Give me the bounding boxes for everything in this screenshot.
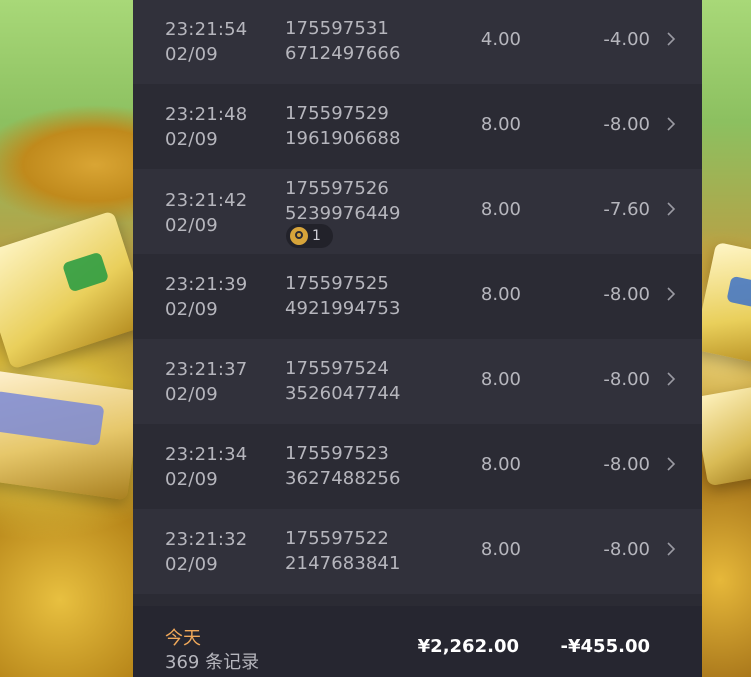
today-label: 今天 bbox=[165, 628, 201, 649]
history-row[interactable]: 23:21:54 02/09 175597531 6712497666 4.00… bbox=[133, 0, 702, 84]
record-time: 23:21:32 02/09 bbox=[165, 529, 248, 575]
free-spin-icon bbox=[290, 227, 308, 245]
record-time: 23:21:54 02/09 bbox=[165, 19, 248, 65]
win-loss-amount: -8.00 bbox=[603, 114, 650, 135]
win-loss-amount: -4.00 bbox=[603, 29, 650, 50]
bet-amount: 8.00 bbox=[480, 114, 521, 135]
summary-footer: 今天 369 条记录 ¥2,262.00 -¥455.00 bbox=[133, 606, 702, 677]
history-row[interactable]: 23:21:39 02/09 175597525 4921994753 8.00… bbox=[133, 254, 702, 339]
chevron-right-icon[interactable] bbox=[665, 200, 677, 218]
record-time: 23:21:42 02/09 bbox=[165, 190, 248, 236]
total-win-loss-amount: -¥455.00 bbox=[560, 636, 650, 657]
order-number: 175597524 3526047744 bbox=[285, 358, 401, 404]
win-loss-amount: -8.00 bbox=[603, 539, 650, 560]
bet-history-panel: 23:21:54 02/09 175597531 6712497666 4.00… bbox=[133, 0, 702, 677]
background-mahjong-tile bbox=[0, 210, 150, 370]
win-loss-amount: -8.00 bbox=[603, 369, 650, 390]
record-time: 23:21:48 02/09 bbox=[165, 104, 248, 150]
tile-symbol bbox=[0, 390, 105, 446]
history-row[interactable]: 23:21:32 02/09 175597522 2147683841 8.00… bbox=[133, 509, 702, 594]
chevron-right-icon[interactable] bbox=[665, 370, 677, 388]
win-loss-amount: -8.00 bbox=[603, 454, 650, 475]
bet-amount: 8.00 bbox=[480, 454, 521, 475]
history-row[interactable]: 23:21:48 02/09 175597529 1961906688 8.00… bbox=[133, 84, 702, 169]
bet-amount: 8.00 bbox=[480, 369, 521, 390]
order-number: 175597529 1961906688 bbox=[285, 103, 401, 149]
history-row[interactable]: 23:21:34 02/09 175597523 3627488256 8.00… bbox=[133, 424, 702, 509]
win-loss-amount: -8.00 bbox=[603, 284, 650, 305]
total-bet-amount: ¥2,262.00 bbox=[417, 636, 519, 657]
tile-symbol bbox=[61, 251, 110, 293]
chevron-right-icon[interactable] bbox=[665, 115, 677, 133]
order-number: 175597525 4921994753 bbox=[285, 273, 401, 319]
record-time: 23:21:39 02/09 bbox=[165, 274, 248, 320]
tile-symbol bbox=[726, 275, 751, 310]
bet-amount: 8.00 bbox=[480, 284, 521, 305]
record-time: 23:21:34 02/09 bbox=[165, 444, 248, 490]
bet-amount: 8.00 bbox=[480, 539, 521, 560]
background-mahjong-tile bbox=[0, 369, 142, 501]
background-mahjong-tile bbox=[693, 241, 751, 369]
order-number: 175597526 5239976449 bbox=[285, 178, 401, 224]
order-number: 175597531 6712497666 bbox=[285, 18, 401, 64]
record-count: 369 条记录 bbox=[165, 652, 260, 673]
bet-amount: 8.00 bbox=[480, 199, 521, 220]
chevron-right-icon[interactable] bbox=[665, 285, 677, 303]
chevron-right-icon[interactable] bbox=[665, 30, 677, 48]
win-loss-amount: -7.60 bbox=[603, 199, 650, 220]
history-row[interactable]: 23:21:37 02/09 175597524 3526047744 8.00… bbox=[133, 339, 702, 424]
bet-amount: 4.00 bbox=[480, 29, 521, 50]
chevron-right-icon[interactable] bbox=[665, 455, 677, 473]
record-time: 23:21:37 02/09 bbox=[165, 359, 248, 405]
chevron-right-icon[interactable] bbox=[665, 540, 677, 558]
order-number: 175597522 2147683841 bbox=[285, 528, 401, 574]
badge-count: 1 bbox=[312, 228, 321, 244]
history-row[interactable]: 23:21:42 02/09 175597526 5239976449 8.00… bbox=[133, 169, 702, 254]
free-spin-badge: 1 bbox=[286, 224, 333, 248]
order-number: 175597523 3627488256 bbox=[285, 443, 401, 489]
